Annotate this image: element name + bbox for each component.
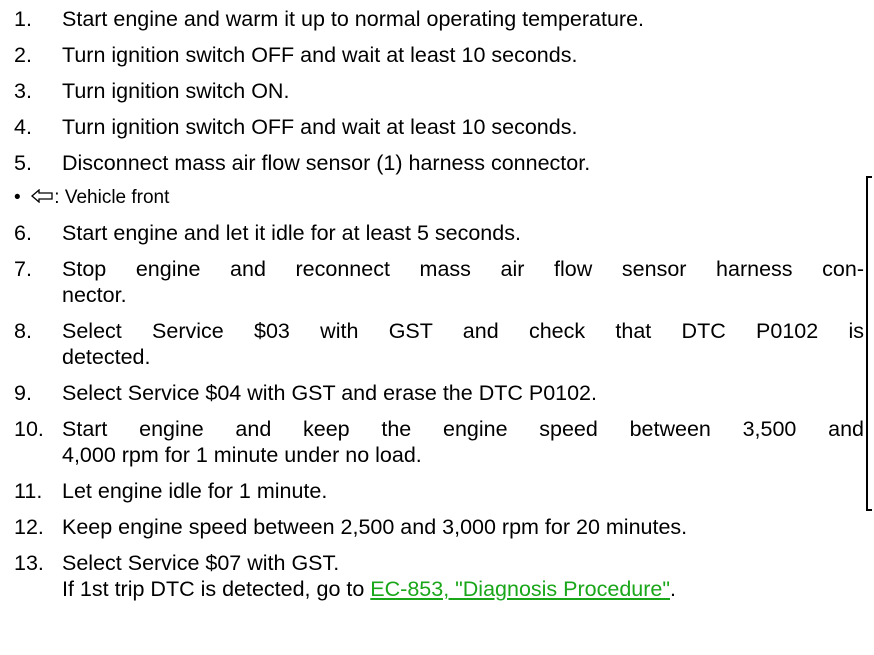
step-number: 10.: [14, 417, 44, 441]
step-number: 4.: [14, 115, 32, 139]
step-line: nector.: [62, 283, 127, 307]
step-line: Turn ignition switch ON.: [62, 79, 290, 103]
step-text: Turn ignition switch OFF and wait at lea…: [62, 114, 864, 140]
step-line: Stop engine and reconnect mass air flow …: [62, 257, 864, 281]
step-line: detected.: [62, 345, 151, 369]
step-line: Turn ignition switch OFF and wait at lea…: [62, 115, 578, 139]
step-4: 4. Turn ignition switch OFF and wait at …: [14, 114, 864, 140]
step-text: Stop engine and reconnect mass air flow …: [62, 256, 864, 308]
step-line: Turn ignition switch OFF and wait at lea…: [62, 43, 578, 67]
step-line: Select Service $04 with GST and erase th…: [62, 381, 597, 405]
step-text: Turn ignition switch OFF and wait at lea…: [62, 42, 864, 68]
step-text: Start engine and let it idle for at leas…: [62, 220, 864, 246]
step-6: 6. Start engine and let it idle for at l…: [14, 220, 864, 246]
step-8: 8. Select Service $03 with GST and check…: [14, 318, 864, 370]
step-number: 9.: [14, 381, 32, 405]
step-text: Select Service $03 with GST and check th…: [62, 318, 864, 370]
step-line: Start engine and warm it up to normal op…: [62, 7, 645, 31]
step-line: Select Service $07 with GST.: [62, 551, 340, 575]
step-7: 7. Stop engine and reconnect mass air fl…: [14, 256, 864, 308]
step-line: Disconnect mass air flow sensor (1) harn…: [62, 151, 591, 175]
step-line: Let engine idle for 1 minute.: [62, 479, 328, 503]
step-13: 13. Select Service $07 with GST. If 1st …: [14, 550, 864, 602]
step-line: 4,000 rpm for 1 minute under no load.: [62, 443, 422, 467]
step-number: 5.: [14, 151, 32, 175]
step-number: 1.: [14, 7, 32, 31]
step-line: Keep engine speed between 2,500 and 3,00…: [62, 515, 688, 539]
step-9: 9. Select Service $04 with GST and erase…: [14, 380, 864, 406]
step-text: Select Service $07 with GST. If 1st trip…: [62, 550, 864, 602]
step-text: Select Service $04 with GST and erase th…: [62, 380, 864, 406]
step-line: Start engine and let it idle for at leas…: [62, 221, 521, 245]
step-line: Select Service $03 with GST and check th…: [62, 319, 864, 343]
step-10: 10. Start engine and keep the engine spe…: [14, 416, 864, 468]
step-number: 12.: [14, 515, 44, 539]
step-number: 11.: [14, 479, 43, 503]
diagnosis-procedure-link[interactable]: EC-853, "Diagnosis Procedure": [370, 577, 670, 601]
legend-text: : Vehicle front: [54, 187, 170, 209]
step-line-with-link: If 1st trip DTC is detected, go to EC-85…: [62, 576, 864, 602]
step-line-prefix: If 1st trip DTC is detected, go to: [62, 577, 371, 601]
step-text: Start engine and keep the engine speed b…: [62, 416, 864, 468]
step-3: 3. Turn ignition switch ON.: [14, 78, 864, 104]
step-number: 2.: [14, 43, 32, 67]
step-5: 5. Disconnect mass air flow sensor (1) h…: [14, 150, 864, 176]
step-number: 6.: [14, 221, 32, 245]
step-12: 12. Keep engine speed between 2,500 and …: [14, 514, 864, 540]
bullet-dot: •: [14, 187, 21, 209]
step-line: Start engine and keep the engine speed b…: [62, 417, 864, 441]
step-11: 11. Let engine idle for 1 minute.: [14, 478, 864, 504]
step-number: 3.: [14, 79, 32, 103]
step-2: 2. Turn ignition switch OFF and wait at …: [14, 42, 864, 68]
procedure-document: 1. Start engine and warm it up to normal…: [0, 0, 874, 655]
step-text: Keep engine speed between 2,500 and 3,00…: [62, 514, 864, 540]
figure-bracket: [866, 176, 872, 511]
step-1: 1. Start engine and warm it up to normal…: [14, 6, 864, 32]
hollow-left-arrow-icon: [31, 186, 53, 210]
vehicle-front-legend: • : Vehicle front: [14, 186, 169, 210]
step-number: 13.: [14, 551, 44, 575]
link-trailing-period: .: [670, 577, 676, 601]
step-text: Start engine and warm it up to normal op…: [62, 6, 864, 32]
step-number: 7.: [14, 257, 32, 281]
step-text: Let engine idle for 1 minute.: [62, 478, 864, 504]
step-text: Turn ignition switch ON.: [62, 78, 864, 104]
step-text: Disconnect mass air flow sensor (1) harn…: [62, 150, 864, 176]
step-number: 8.: [14, 319, 32, 343]
